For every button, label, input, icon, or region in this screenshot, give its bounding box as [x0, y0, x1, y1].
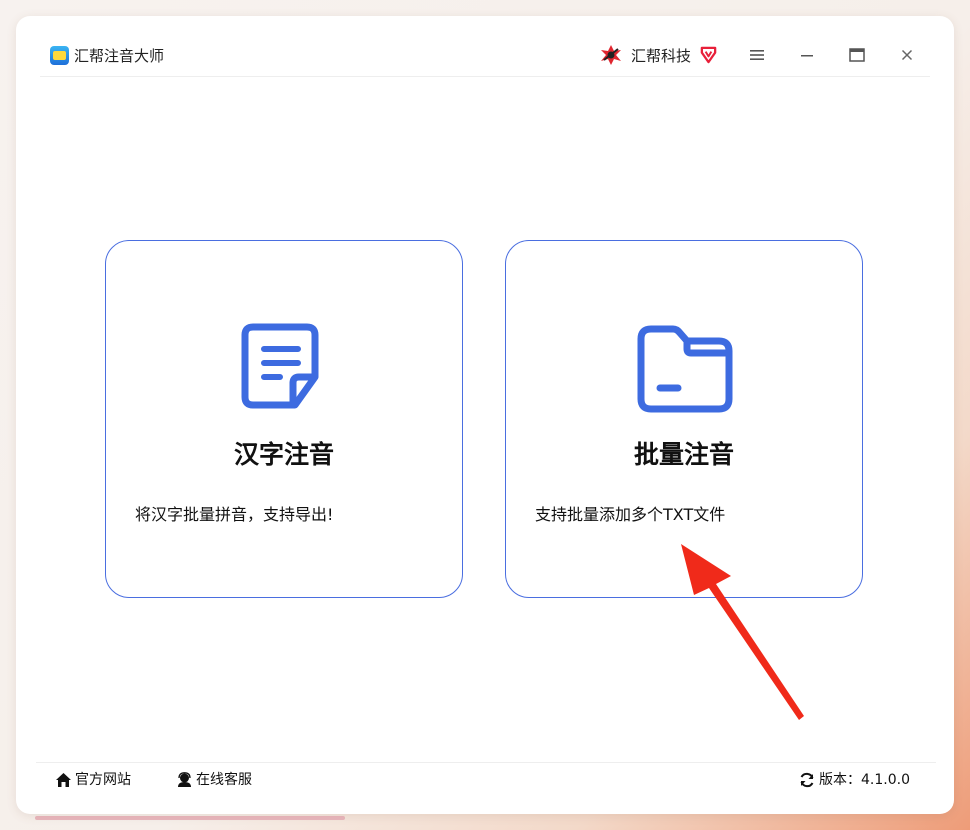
app-logo-icon [50, 46, 69, 65]
footer-bar: 官方网站 在线客服 版本：4.1.0.0 [36, 762, 936, 797]
refresh-icon [800, 772, 814, 788]
online-service-label: 在线客服 [196, 772, 252, 788]
card-description: 支持批量添加多个TXT文件 [535, 505, 726, 524]
customer-service-icon [178, 772, 191, 787]
card-description: 将汉字批量拼音，支持导出! [135, 505, 334, 524]
brand-name: 汇帮科技 [631, 47, 692, 65]
vip-icon[interactable] [699, 45, 718, 64]
menu-button[interactable] [743, 42, 771, 68]
background-strip [35, 816, 345, 820]
home-icon [56, 773, 71, 787]
online-service-link[interactable]: 在线客服 [176, 771, 252, 789]
card-title: 汉字注音 [233, 440, 334, 469]
title-bar: 汇帮注音大师 汇帮科技 [40, 16, 930, 77]
version-label: 版本：4.1.0.0 [819, 772, 910, 788]
menu-icon [750, 50, 764, 60]
official-website-label: 官方网站 [75, 772, 131, 788]
app-title: 汇帮注音大师 [74, 47, 165, 65]
official-website-link[interactable]: 官方网站 [55, 771, 131, 789]
close-icon [901, 49, 913, 61]
folder-icon [637, 325, 733, 413]
document-icon [241, 323, 319, 409]
brand-logo-icon [601, 45, 621, 65]
card-title: 批量注音 [633, 440, 734, 469]
close-button[interactable] [893, 42, 921, 68]
chinese-annotate-card[interactable]: 汉字注音 将汉字批量拼音，支持导出! [105, 240, 463, 598]
minimize-button[interactable] [793, 42, 821, 68]
minimize-icon [801, 55, 813, 57]
version-info: 版本：4.1.0.0 [799, 771, 910, 789]
maximize-icon [849, 48, 865, 62]
maximize-button[interactable] [843, 42, 871, 68]
app-window: 汇帮注音大师 汇帮科技 汉字注音 将汉字批量拼音，支持导出! 批量注音 支持批量… [16, 16, 954, 814]
red-arrow-annotation [681, 544, 804, 720]
